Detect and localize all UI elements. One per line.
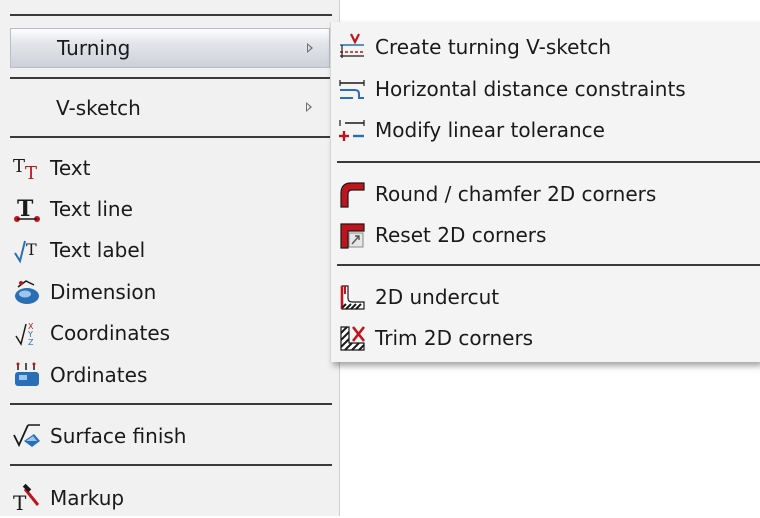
svg-text:T: T	[13, 156, 25, 177]
menu-item-label: Text label	[50, 238, 146, 262]
text-line-icon: T	[12, 194, 42, 224]
submenu-item-2d-undercut[interactable]: 2D undercut	[331, 277, 760, 317]
menu-item-label: Text line	[50, 197, 133, 221]
menu-item-turning[interactable]: Turning	[10, 28, 330, 68]
turning-submenu: Create turning V-sketch Horizontal dista…	[330, 22, 760, 362]
submenu-item-label: Horizontal distance constraints	[375, 77, 686, 101]
turning-vsketch-icon	[337, 32, 367, 62]
undercut-icon	[337, 282, 367, 312]
svg-text:T: T	[25, 163, 37, 183]
submenu-arrow-icon	[307, 43, 313, 53]
coordinates-icon: X Y Z	[12, 318, 42, 348]
menu-item-label: Coordinates	[50, 321, 171, 345]
menu-item-label: Text	[50, 156, 91, 180]
trim-corners-icon	[337, 323, 367, 353]
submenu-item-create-turning-vsketch[interactable]: Create turning V-sketch	[331, 27, 760, 67]
menu-item-text[interactable]: T T Text	[0, 148, 340, 188]
text-icon: T T	[12, 153, 42, 183]
submenu-item-label: Create turning V-sketch	[375, 35, 611, 59]
menu-separator	[10, 464, 332, 466]
menu-item-label: Dimension	[50, 280, 157, 304]
svg-text:Z: Z	[28, 338, 34, 347]
menu-item-surface-finish[interactable]: Surface finish	[0, 416, 340, 456]
menu-item-label: Surface finish	[50, 424, 187, 448]
context-menu: Turning V-sketch T T Text T Text line T …	[0, 0, 340, 516]
submenu-separator	[337, 161, 760, 163]
submenu-item-modify-linear-tolerance[interactable]: Modify linear tolerance	[331, 110, 760, 150]
submenu-item-trim-2d-corners[interactable]: Trim 2D corners	[331, 318, 760, 358]
menu-separator	[10, 403, 332, 405]
menu-item-vsketch[interactable]: V-sketch	[0, 88, 340, 128]
submenu-item-label: Reset 2D corners	[375, 223, 547, 247]
menu-item-text-line[interactable]: T Text line	[0, 189, 340, 229]
menu-item-label: Ordinates	[50, 363, 148, 387]
menu-item-label: V-sketch	[56, 96, 141, 120]
submenu-item-round-chamfer[interactable]: Round / chamfer 2D corners	[331, 174, 760, 214]
submenu-item-reset-2d-corners[interactable]: Reset 2D corners	[331, 215, 760, 255]
dimension-icon	[12, 277, 42, 307]
surface-finish-icon	[12, 421, 42, 451]
submenu-item-label: 2D undercut	[375, 285, 500, 309]
svg-text:T: T	[26, 240, 37, 259]
submenu-item-horizontal-distance[interactable]: Horizontal distance constraints	[331, 69, 760, 109]
menu-item-text-label[interactable]: T Text label	[0, 230, 340, 270]
submenu-item-label: Modify linear tolerance	[375, 118, 605, 142]
menu-top-separator	[10, 14, 332, 16]
text-label-icon: T	[12, 235, 42, 265]
markup-icon: T	[12, 483, 42, 513]
menu-item-dimension[interactable]: Dimension	[0, 272, 340, 312]
menu-item-label: Markup	[50, 486, 125, 510]
horizontal-distance-icon	[337, 74, 367, 104]
submenu-item-label: Round / chamfer 2D corners	[375, 182, 657, 206]
reset-corners-icon	[337, 220, 367, 250]
menu-separator	[10, 136, 332, 138]
submenu-arrow-icon	[306, 102, 312, 112]
svg-text:T: T	[13, 491, 27, 513]
menu-separator	[10, 77, 332, 79]
ordinates-icon	[12, 360, 42, 390]
menu-item-coordinates[interactable]: X Y Z Coordinates	[0, 313, 340, 353]
linear-tolerance-icon	[337, 115, 367, 145]
menu-item-markup[interactable]: T Markup	[0, 478, 340, 518]
menu-item-label: Turning	[57, 36, 131, 60]
submenu-item-label: Trim 2D corners	[375, 326, 534, 350]
round-chamfer-icon	[337, 179, 367, 209]
submenu-separator	[337, 264, 760, 266]
menu-item-ordinates[interactable]: Ordinates	[0, 355, 340, 395]
